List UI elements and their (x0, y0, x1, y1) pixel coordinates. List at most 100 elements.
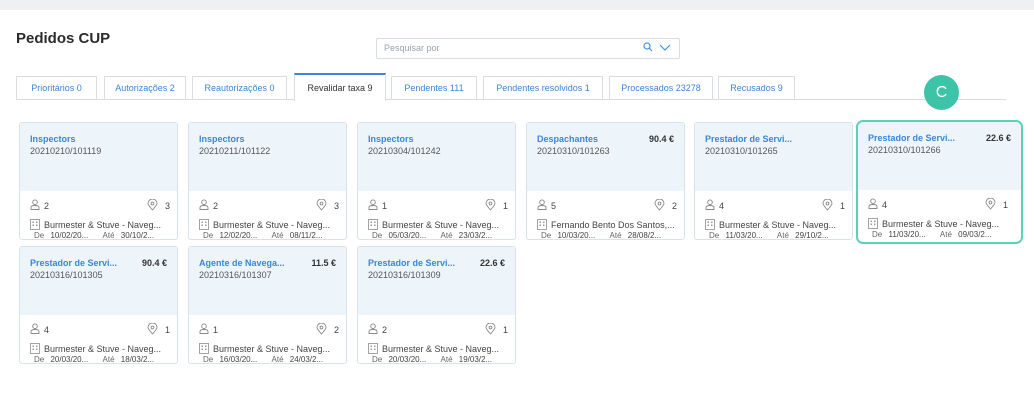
card-to: 30/10/2... (120, 231, 155, 240)
location-pin-icon (316, 322, 327, 337)
chevron-down-icon[interactable] (659, 42, 671, 55)
card-persons: 2 (213, 201, 219, 211)
person-icon (30, 323, 40, 336)
from-label: De (541, 231, 552, 240)
card-type: Inspectors (368, 134, 414, 144)
tab-processados[interactable]: Processados 23278 (609, 76, 713, 99)
from-label: De (709, 231, 720, 240)
location-pin-icon (654, 198, 665, 213)
card-persons: 1 (382, 201, 388, 211)
tab-reautorizacoes[interactable]: Reautorizações 0 (192, 76, 287, 99)
request-card[interactable]: Prestador de Servi... 20210310/101265 4 … (694, 122, 853, 240)
card-type: Despachantes (537, 134, 599, 144)
to-label: Até (440, 231, 453, 240)
card-company: Fernando Bento Dos Santos,... (551, 220, 675, 230)
card-company: Burmester & Stuve - Naveg... (213, 220, 331, 230)
person-icon (705, 199, 715, 212)
request-card[interactable]: Inspectors 20210304/101242 1 1 Burmester… (357, 122, 516, 240)
card-locations: 1 (502, 325, 508, 335)
card-from: 10/02/20... (50, 231, 89, 240)
person-icon (30, 199, 40, 212)
card-type: Inspectors (199, 134, 245, 144)
card-type: Prestador de Servi... (30, 258, 118, 268)
tab-pendentes-resolvidos[interactable]: Pendentes resolvidos 1 (483, 76, 603, 99)
card-company: Burmester & Stuve - Naveg... (44, 220, 162, 230)
to-label: Até (102, 355, 115, 364)
card-to: 09/03/2... (958, 230, 992, 239)
tab-recusados[interactable]: Recusados 9 (718, 76, 795, 99)
person-icon (368, 199, 378, 212)
tab-bar: Prioritários 0 Autorizações 2 Reautoriza… (16, 73, 1006, 101)
card-persons: 4 (882, 200, 888, 210)
card-price: 11.5 € (311, 258, 336, 268)
card-locations: 1 (839, 201, 845, 211)
tab-autorizacoes[interactable]: Autorizações 2 (104, 76, 186, 99)
card-company: Burmester & Stuve - Naveg... (382, 344, 500, 354)
card-price: 90.4 € (141, 258, 167, 268)
to-label: Até (776, 231, 789, 240)
from-label: De (372, 231, 383, 240)
request-card[interactable]: Inspectors 20210210/101119 2 3 Burmester… (19, 122, 178, 240)
person-icon (199, 199, 209, 212)
location-pin-icon (147, 198, 158, 213)
card-locations: 1 (502, 201, 508, 211)
card-from: 16/03/20... (219, 355, 258, 364)
from-label: De (34, 231, 45, 240)
card-type: Prestador de Servi... (368, 258, 456, 268)
request-card[interactable]: Agente de Navega... 11.5 € 20210316/1013… (188, 246, 347, 364)
card-company: Burmester & Stuve - Naveg... (213, 344, 331, 354)
page-title: Pedidos CUP (16, 30, 111, 47)
card-code: 20210316/101307 (199, 270, 272, 280)
from-label: De (203, 355, 214, 364)
card-from: 10/03/20... (557, 231, 596, 240)
to-label: Até (102, 231, 115, 240)
card-persons: 5 (551, 201, 557, 211)
card-to: 29/10/2... (795, 231, 829, 240)
search-input[interactable]: Pesquisar por (376, 38, 680, 59)
card-from: 20/03/20... (50, 355, 89, 364)
to-label: Até (271, 355, 284, 364)
location-pin-icon (985, 197, 996, 212)
card-from: 05/03/20... (388, 231, 427, 240)
request-card[interactable]: Despachantes 90.4 € 20210310/101263 5 2 … (526, 122, 685, 240)
card-company: Burmester & Stuve - Naveg... (719, 220, 837, 230)
person-icon (199, 323, 209, 336)
card-code: 20210211/101122 (199, 146, 271, 156)
card-from: 11/03/20... (725, 231, 763, 240)
card-price: 22.6 € (985, 133, 1011, 143)
card-from: 20/03/20... (388, 355, 427, 364)
avatar[interactable]: C (924, 75, 959, 110)
tab-prioritarios[interactable]: Prioritários 0 (16, 76, 97, 99)
card-company: Burmester & Stuve - Naveg... (44, 344, 162, 354)
from-label: De (203, 231, 214, 240)
card-from: 12/02/20... (219, 231, 258, 240)
card-to: 28/08/2... (627, 231, 662, 240)
card-price: 90.4 € (648, 134, 674, 144)
card-locations: 2 (333, 325, 339, 335)
card-to: 08/11/2... (289, 231, 323, 240)
request-card[interactable]: Prestador de Servi... 22.6 € 20210316/10… (357, 246, 516, 364)
card-persons: 2 (382, 325, 388, 335)
card-persons: 1 (213, 325, 219, 335)
card-persons: 4 (44, 325, 50, 335)
search-placeholder: Pesquisar por (384, 43, 440, 53)
card-company: Burmester & Stuve - Naveg... (882, 219, 1000, 229)
card-type: Prestador de Servi... (705, 134, 793, 144)
card-company: Burmester & Stuve - Naveg... (382, 220, 500, 230)
person-icon (368, 323, 378, 336)
card-code: 20210310/101265 (705, 146, 778, 156)
card-code: 20210310/101266 (868, 145, 941, 155)
to-label: Até (440, 355, 453, 364)
location-pin-icon (147, 322, 158, 337)
card-persons: 2 (44, 201, 50, 211)
search-icon[interactable] (643, 42, 653, 55)
request-card[interactable]: Inspectors 20210211/101122 2 3 Burmester… (188, 122, 347, 240)
tab-revalidar-taxa[interactable]: Revalidar taxa 9 (294, 73, 386, 101)
request-card[interactable]: Prestador de Servi... 90.4 € 20210316/10… (19, 246, 178, 364)
card-price: 22.6 € (479, 258, 505, 268)
card-type: Agente de Navega... (199, 258, 285, 268)
request-card[interactable]: Prestador de Servi... 22.6 € 20210310/10… (856, 120, 1023, 244)
card-to: 23/03/2... (458, 231, 493, 240)
tab-pendentes[interactable]: Pendentes 111 (391, 76, 477, 99)
location-pin-icon (485, 322, 496, 337)
